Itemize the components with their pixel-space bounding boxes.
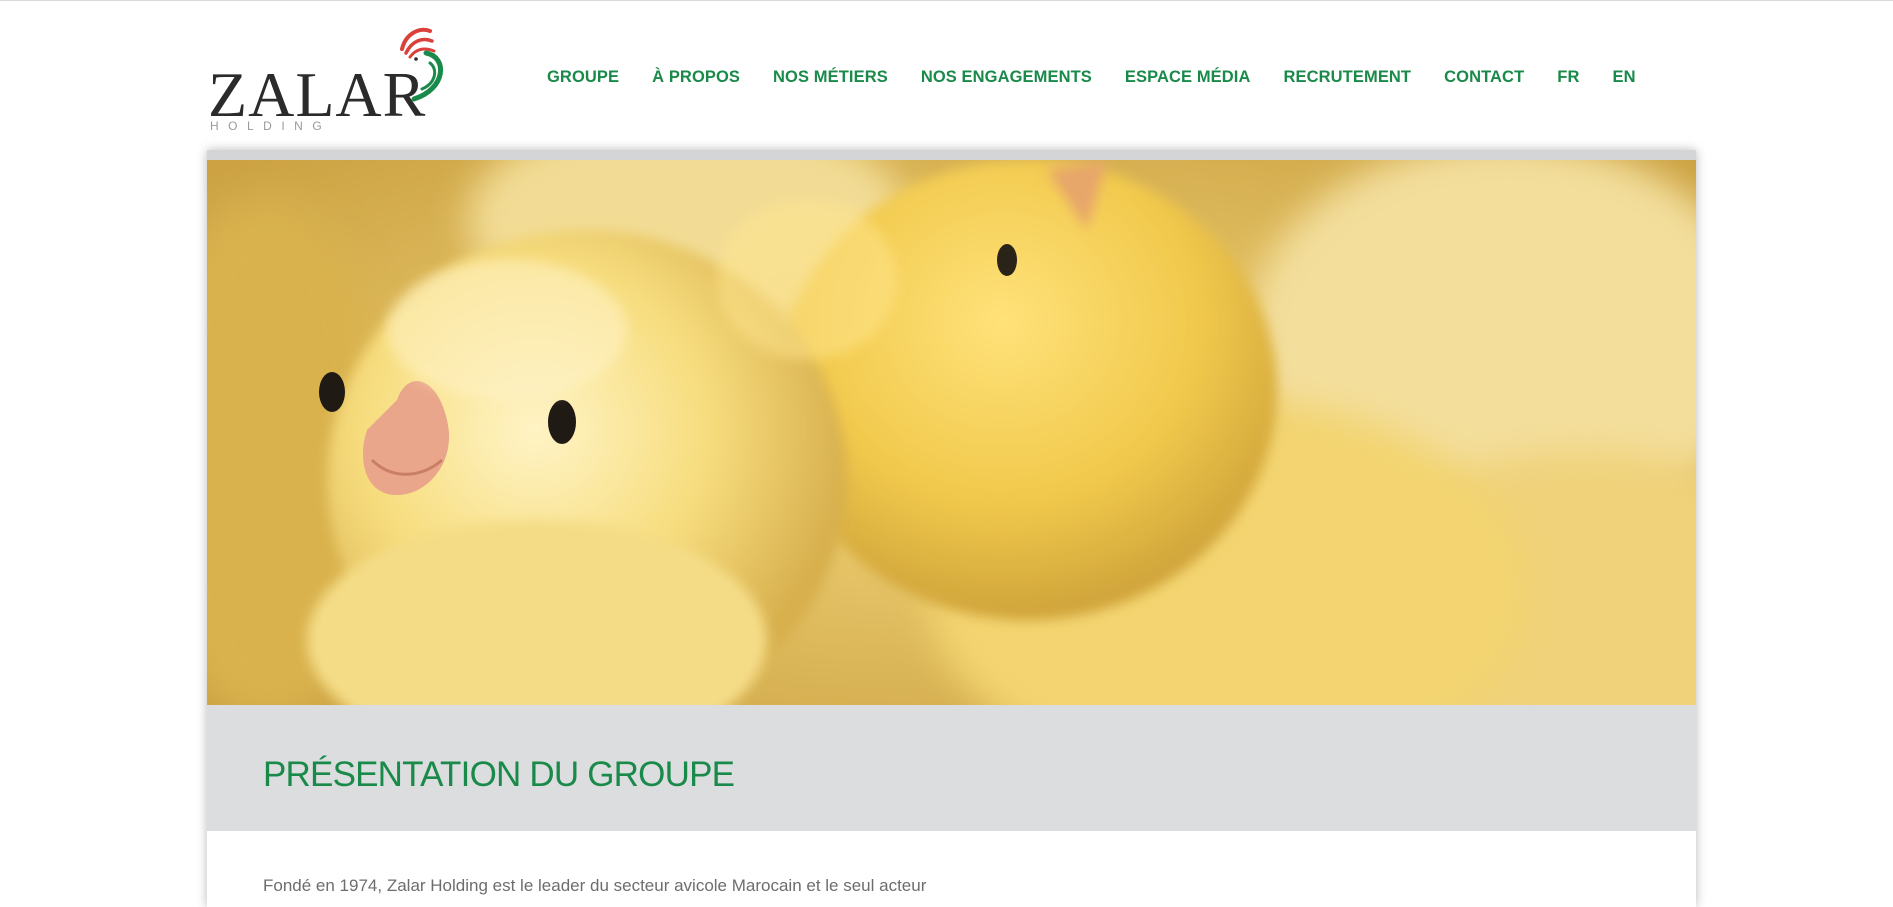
nav-item-groupe[interactable]: GROUPE bbox=[547, 68, 619, 87]
logo-subtitle: HOLDING bbox=[210, 119, 332, 133]
site-header: ZALAR HOLDING GROUPE À PROPOS NOS MÉTIER… bbox=[0, 1, 1893, 149]
zalar-logo[interactable]: ZALAR HOLDING bbox=[208, 23, 458, 135]
nav-item-nos-engagements[interactable]: NOS ENGAGEMENTS bbox=[921, 68, 1092, 87]
language-en[interactable]: EN bbox=[1612, 68, 1635, 87]
intro-paragraph: Fondé en 1974, Zalar Holding est le lead… bbox=[263, 876, 927, 895]
nav-item-nos-metiers[interactable]: NOS MÉTIERS bbox=[773, 68, 888, 87]
logo-wordmark: ZALAR bbox=[208, 59, 427, 130]
page-title: PRÉSENTATION DU GROUPE bbox=[263, 755, 735, 794]
main-navigation: GROUPE À PROPOS NOS MÉTIERS NOS ENGAGEME… bbox=[547, 63, 1636, 91]
language-fr[interactable]: FR bbox=[1557, 68, 1579, 87]
content-frame: PRÉSENTATION DU GROUPE Fondé en 1974, Za… bbox=[207, 150, 1696, 907]
nav-item-contact[interactable]: CONTACT bbox=[1444, 68, 1524, 87]
nav-item-espace-media[interactable]: ESPACE MÉDIA bbox=[1125, 68, 1251, 87]
nav-item-recrutement[interactable]: RECRUTEMENT bbox=[1284, 68, 1412, 87]
frame-top-bar bbox=[207, 150, 1696, 160]
hero-image bbox=[207, 160, 1696, 705]
chicks-photo-illustration bbox=[207, 160, 1696, 705]
nav-item-a-propos[interactable]: À PROPOS bbox=[652, 68, 740, 87]
title-band: PRÉSENTATION DU GROUPE bbox=[207, 705, 1696, 831]
